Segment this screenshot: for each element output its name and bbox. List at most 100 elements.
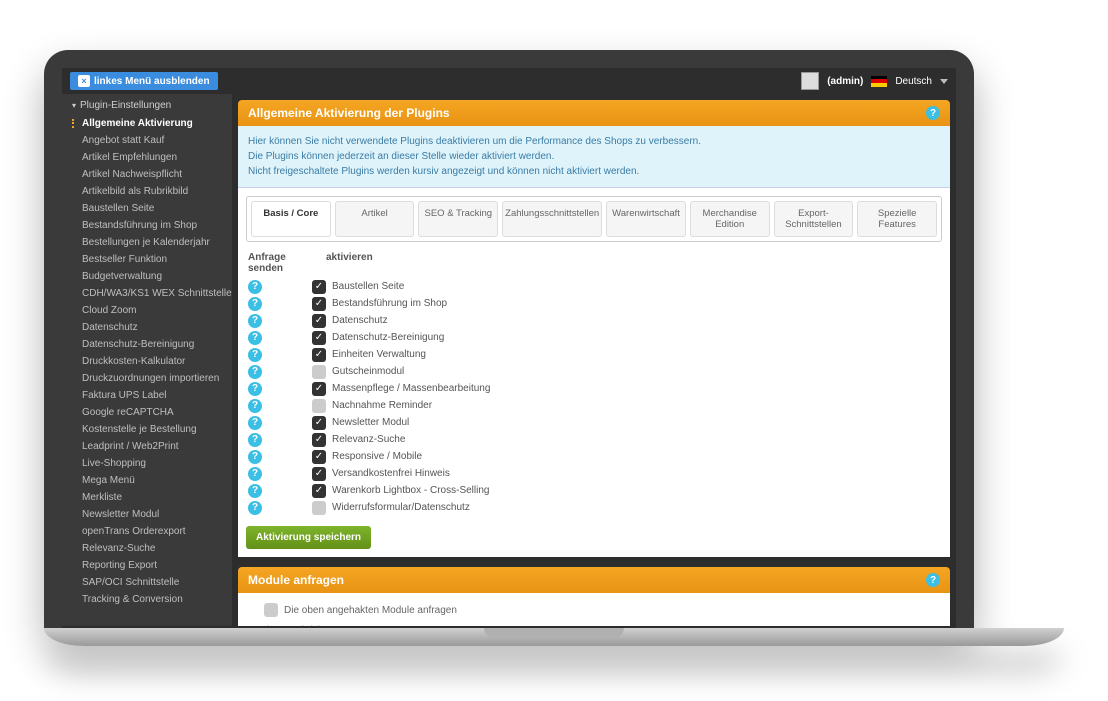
tab[interactable]: Basis / Core xyxy=(251,201,331,237)
plugin-label: Widerrufsformular/Datenschutz xyxy=(332,502,470,513)
save-activation-button[interactable]: Aktivierung speichern xyxy=(246,526,371,549)
plugin-checkbox[interactable]: ✓ xyxy=(312,331,326,345)
request-modules-label: Die oben angehakten Module anfragen xyxy=(284,605,457,616)
plugin-checkbox[interactable] xyxy=(312,501,326,515)
plugin-checkbox[interactable]: ✓ xyxy=(312,416,326,430)
tab[interactable]: Export-Schnittstellen xyxy=(774,201,854,237)
sidebar-item[interactable]: Kostenstelle je Bestellung xyxy=(66,421,232,438)
sidebar-item[interactable]: Reporting Export xyxy=(66,557,232,574)
sidebar-item[interactable]: SAP/OCI Schnittstelle xyxy=(66,574,232,591)
plugin-label: Versandkostenfrei Hinweis xyxy=(332,468,450,479)
plugin-row: ?Gutscheinmodul xyxy=(246,363,942,380)
sidebar-item[interactable]: openTrans Orderexport xyxy=(66,523,232,540)
info-icon[interactable]: ? xyxy=(248,501,262,515)
sidebar-item[interactable]: CDH/WA3/KS1 WEX Schnittstelle xyxy=(66,285,232,302)
sidebar-item[interactable]: Leadprint / Web2Print xyxy=(66,438,232,455)
plugin-label: Datenschutz-Bereinigung xyxy=(332,332,444,343)
info-icon[interactable]: ? xyxy=(248,348,262,362)
plugin-checkbox[interactable]: ✓ xyxy=(312,484,326,498)
plugin-row: ?✓Datenschutz xyxy=(246,312,942,329)
plugin-row: ? ✓ Newsletter Modul xyxy=(246,414,942,431)
plugin-checkbox[interactable] xyxy=(312,399,326,413)
plugin-checkbox[interactable] xyxy=(312,365,326,379)
plugin-checkbox[interactable]: ✓ xyxy=(312,297,326,311)
info-icon[interactable]: ? xyxy=(248,314,262,328)
sidebar-item[interactable]: Datenschutz xyxy=(66,319,232,336)
info-icon[interactable]: ? xyxy=(248,467,262,481)
info-line: Nicht freigeschaltete Plugins werden kur… xyxy=(248,164,940,179)
info-icon[interactable]: ? xyxy=(248,450,262,464)
info-icon[interactable]: ? xyxy=(248,280,262,294)
sidebar-item[interactable]: Tracking & Conversion xyxy=(66,591,232,608)
info-icon[interactable]: ? xyxy=(248,399,262,413)
plugin-checkbox[interactable]: ✓ xyxy=(312,433,326,447)
sidebar-item[interactable]: Artikel Nachweispflicht xyxy=(66,166,232,183)
sidebar-heading[interactable]: Plugin-Einstellungen xyxy=(66,96,232,115)
sidebar-item[interactable]: Google reCAPTCHA xyxy=(66,404,232,421)
sidebar-item[interactable]: Newsletter Modul xyxy=(66,506,232,523)
message-label: Ihre Nachricht an uns: xyxy=(264,625,940,626)
info-line: Hier können Sie nicht verwendete Plugins… xyxy=(248,134,940,149)
info-icon[interactable]: ? xyxy=(248,433,262,447)
main-content: Allgemeine Aktivierung der Plugins ? Hie… xyxy=(232,94,956,626)
avatar[interactable] xyxy=(801,72,819,90)
tab[interactable]: SEO & Tracking xyxy=(418,201,498,237)
topbar: × linkes Menü ausblenden (admin) Deutsch xyxy=(62,68,956,94)
sidebar-item[interactable]: Bestandsführung im Shop xyxy=(66,217,232,234)
info-icon[interactable]: ? xyxy=(248,331,262,345)
plugin-row: ? ✓ Datenschutz-Bereinigung xyxy=(246,329,942,346)
sidebar-item[interactable]: Datenschutz-Bereinigung xyxy=(66,336,232,353)
sidebar-item[interactable]: Cloud Zoom xyxy=(66,302,232,319)
chevron-down-icon[interactable] xyxy=(940,79,948,84)
hide-left-menu-button[interactable]: × linkes Menü ausblenden xyxy=(70,72,218,90)
sidebar-item[interactable]: Allgemeine Aktivierung xyxy=(66,115,232,132)
plugin-label: Einheiten Verwaltung xyxy=(332,349,426,360)
plugin-row: ?✓Massenpflege / Massenbearbeitung xyxy=(246,380,942,397)
plugin-checkbox[interactable]: ✓ xyxy=(312,280,326,294)
info-icon[interactable]: ? xyxy=(248,484,262,498)
tab[interactable]: Spezielle Features xyxy=(857,201,937,237)
info-icon[interactable]: ? xyxy=(248,297,262,311)
sidebar-item[interactable]: Baustellen Seite xyxy=(66,200,232,217)
sidebar-item[interactable]: Merkliste xyxy=(66,489,232,506)
plugin-row: ?✓Warenkorb Lightbox - Cross-Selling xyxy=(246,482,942,499)
plugin-checkbox[interactable]: ✓ xyxy=(312,467,326,481)
info-icon[interactable]: ? xyxy=(248,382,262,396)
info-line: Die Plugins können jederzeit an dieser S… xyxy=(248,149,940,164)
sidebar-item[interactable]: Budgetverwaltung xyxy=(66,268,232,285)
sidebar-item[interactable]: Mega Menü xyxy=(66,472,232,489)
sidebar-item[interactable]: Relevanz-Suche xyxy=(66,540,232,557)
sidebar-item[interactable]: Live-Shopping xyxy=(66,455,232,472)
plugin-checkbox[interactable]: ✓ xyxy=(312,382,326,396)
plugin-label: Responsive / Mobile xyxy=(332,451,422,462)
panel-title: Module anfragen xyxy=(248,573,344,587)
sidebar: Plugin-Einstellungen Allgemeine Aktivier… xyxy=(62,94,232,626)
sidebar-item[interactable]: Faktura UPS Label xyxy=(66,387,232,404)
sidebar-item[interactable]: Bestellungen je Kalenderjahr xyxy=(66,234,232,251)
tab[interactable]: Artikel xyxy=(335,201,415,237)
help-icon[interactable]: ? xyxy=(926,573,940,587)
plugin-label: Relevanz-Suche xyxy=(332,434,405,445)
plugin-row: ?✓Baustellen Seite xyxy=(246,278,942,295)
info-icon[interactable]: ? xyxy=(248,416,262,430)
plugin-row: ? ✓ Einheiten Verwaltung xyxy=(246,346,942,363)
help-icon[interactable]: ? xyxy=(926,106,940,120)
info-icon[interactable]: ? xyxy=(248,365,262,379)
sidebar-item[interactable]: Bestseller Funktion xyxy=(66,251,232,268)
col-request-label: Anfrage senden xyxy=(248,252,318,274)
request-modules-checkbox[interactable] xyxy=(264,603,278,617)
plugin-label: Newsletter Modul xyxy=(332,417,409,428)
tab[interactable]: Warenwirtschaft xyxy=(606,201,686,237)
language-label[interactable]: Deutsch xyxy=(895,76,932,87)
sidebar-item[interactable]: Angebot statt Kauf xyxy=(66,132,232,149)
sidebar-item[interactable]: Druckzuordnungen importieren xyxy=(66,370,232,387)
plugin-checkbox[interactable]: ✓ xyxy=(312,314,326,328)
sidebar-item[interactable]: Artikel Empfehlungen xyxy=(66,149,232,166)
tab[interactable]: Merchandise Edition xyxy=(690,201,770,237)
tab[interactable]: Zahlungsschnittstellen xyxy=(502,201,602,237)
sidebar-item[interactable]: Artikelbild als Rubrikbild xyxy=(66,183,232,200)
plugin-checkbox[interactable]: ✓ xyxy=(312,450,326,464)
sidebar-item[interactable]: Druckkosten-Kalkulator xyxy=(66,353,232,370)
plugin-checkbox[interactable]: ✓ xyxy=(312,348,326,362)
plugin-row: ?Nachnahme Reminder xyxy=(246,397,942,414)
